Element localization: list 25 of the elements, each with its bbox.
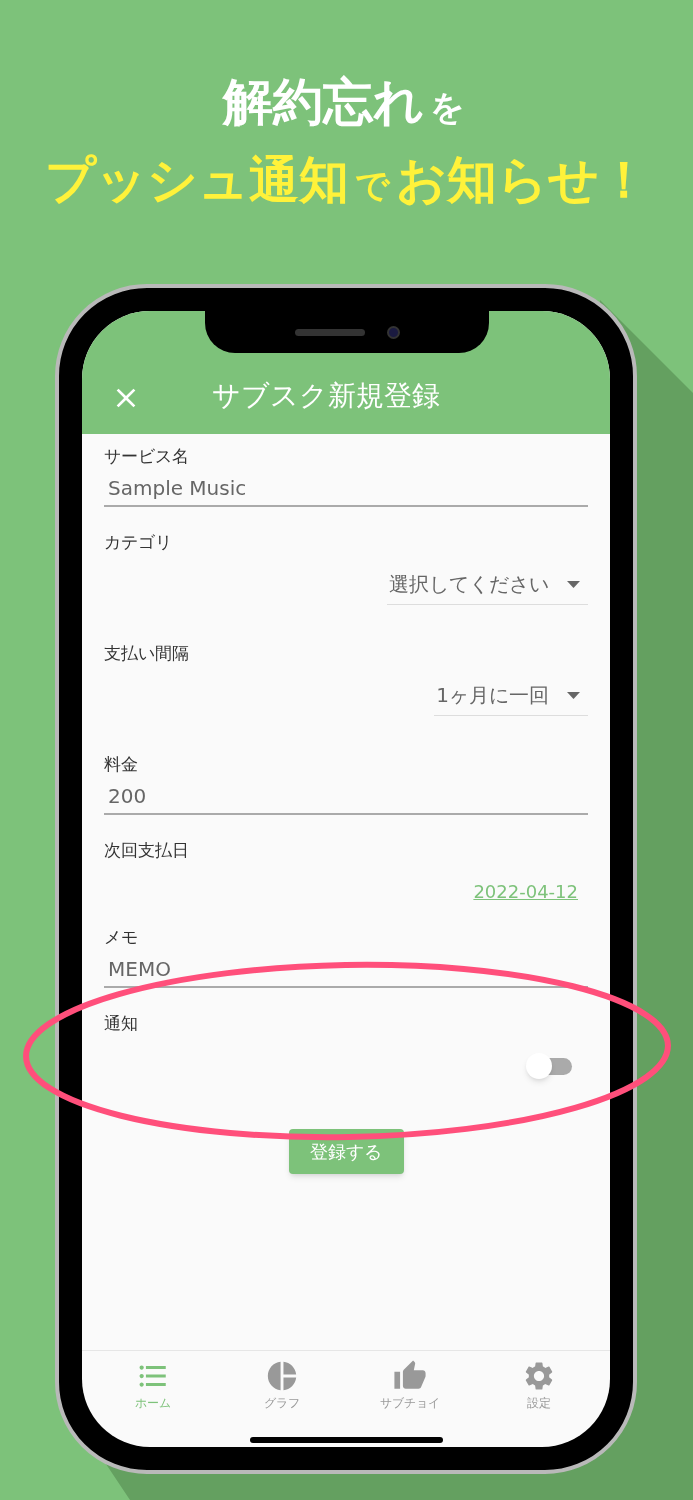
date-link[interactable]: 2022-04-12 (473, 880, 578, 904)
speaker-grille (294, 328, 365, 336)
field-label: サービス名 (104, 445, 190, 468)
field-label: 通知 (104, 1012, 139, 1035)
field-label: 料金 (104, 753, 139, 776)
toggle-switch[interactable] (526, 1053, 572, 1079)
dropdown-arrow-icon (567, 691, 580, 699)
nav-tab[interactable]: ホーム (118, 1359, 188, 1447)
text-field[interactable]: MEMO (104, 955, 588, 988)
nav-tab[interactable]: 設定 (503, 1359, 574, 1447)
headline: 解約忘れ を (222, 72, 466, 133)
nav-tab[interactable]: グラフ (246, 1359, 317, 1447)
field-label: 支払い間隔 (104, 642, 190, 665)
field-label: カテゴリ (104, 531, 173, 554)
headline: プッシュ通知 で お知らせ！ (44, 150, 649, 211)
text-field[interactable]: 200 (104, 782, 588, 815)
dropdown[interactable]: 選択してください (387, 570, 588, 605)
field-label: メモ (104, 926, 139, 949)
field-label: 次回支払日 (104, 839, 190, 862)
screen-title: サブスク新規登録 (212, 378, 440, 414)
text-field[interactable]: Sample Music (104, 474, 588, 507)
dropdown[interactable]: 1ヶ月に一回 (434, 681, 588, 716)
camera-lens (386, 325, 400, 339)
dropdown-arrow-icon (567, 580, 580, 588)
nav-tab[interactable]: サブチョイ (375, 1359, 446, 1447)
